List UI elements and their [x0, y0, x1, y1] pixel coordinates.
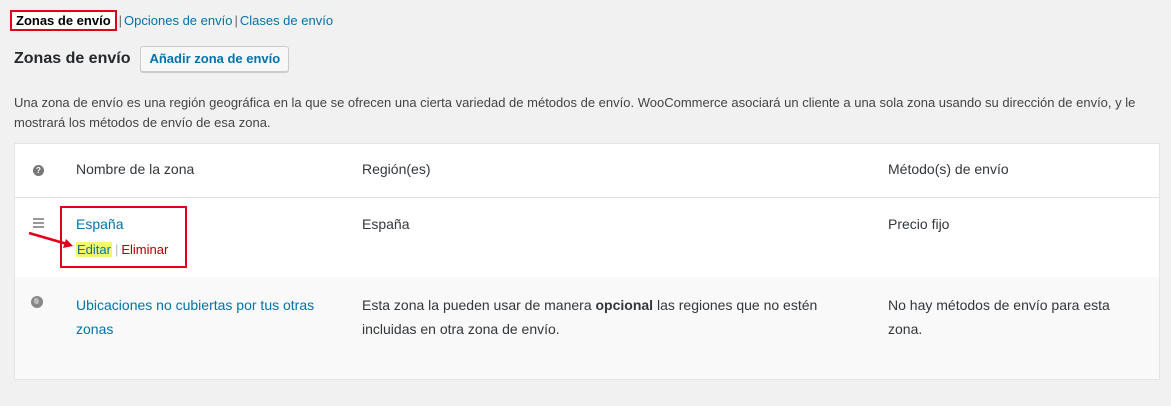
help-icon[interactable]: ? — [33, 165, 44, 176]
edit-zone-link[interactable]: Editar — [76, 242, 112, 257]
subnav-zonas-de-envio[interactable]: Zonas de envío — [10, 9, 117, 31]
subnav-opciones-de-envio[interactable]: Opciones de envío — [124, 13, 232, 28]
zone-region: España — [362, 216, 410, 232]
delete-zone-link[interactable]: Eliminar — [121, 242, 168, 257]
annotation-arrow-icon — [28, 231, 73, 248]
header-regions: Región(es) — [362, 161, 431, 177]
subnav-separator: | — [118, 12, 123, 28]
zone-method: Precio fijo — [888, 216, 950, 232]
shipping-subnav: Zonas de envío | Opciones de envío | Cla… — [10, 9, 333, 31]
subnav-clases-de-envio[interactable]: Clases de envío — [240, 13, 333, 28]
subnav-separator: | — [234, 12, 238, 28]
add-shipping-zone-button[interactable]: Añadir zona de envío — [140, 46, 290, 72]
shipping-zones-table: ? Nombre de la zona Región(es) Método(s)… — [14, 143, 1160, 380]
action-separator: | — [114, 242, 119, 257]
region-text-strong: opcional — [595, 297, 654, 313]
table-header-row: ? Nombre de la zona Región(es) Método(s)… — [15, 144, 1159, 198]
rest-of-world-method: No hay métodos de envío para esta zona. — [888, 297, 1110, 337]
zone-name-link[interactable]: España — [76, 216, 123, 232]
page-heading-row: Zonas de envío Añadir zona de envío — [14, 46, 290, 72]
rest-of-world-region: Esta zona la pueden usar de manera opcio… — [362, 293, 832, 341]
rest-of-world-zone-link[interactable]: Ubicaciones no cubiertas por tus otras z… — [76, 293, 336, 341]
header-zone-name: Nombre de la zona — [76, 161, 195, 177]
header-shipping-methods: Método(s) de envío — [888, 161, 1009, 177]
page-description: Una zona de envío es una región geográfi… — [14, 95, 1136, 130]
table-row-rest-of-world: Ubicaciones no cubiertas por tus otras z… — [15, 277, 1159, 379]
table-row: España Editar | Eliminar España Precio fij… — [15, 197, 1159, 278]
row-actions: Editar | Eliminar — [76, 242, 168, 257]
globe-icon — [31, 296, 43, 308]
region-text-before: Esta zona la pueden usar de manera — [362, 297, 592, 313]
page-title: Zonas de envío — [14, 50, 131, 67]
